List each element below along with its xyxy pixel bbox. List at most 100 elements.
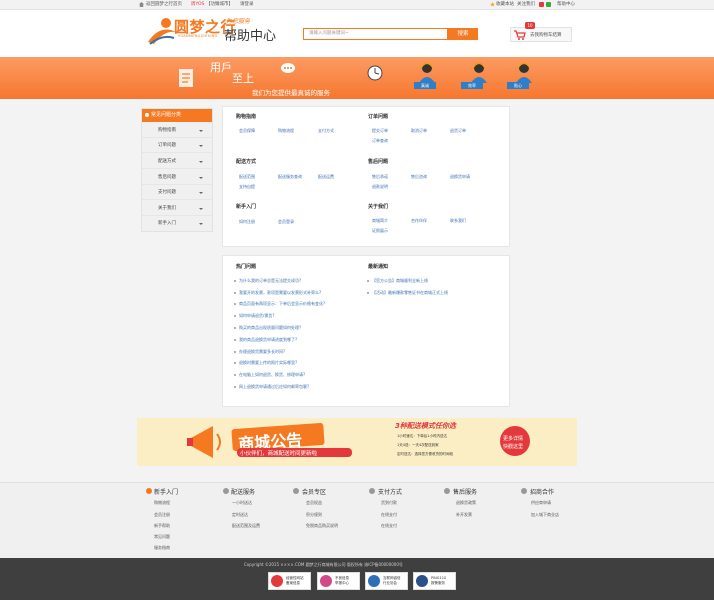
footer-link[interactable]: 免税商品购买说明 xyxy=(306,523,338,529)
promo-title: 3种配送模式任你选 xyxy=(395,422,456,430)
footer-link[interactable]: 补开发票 xyxy=(456,512,472,518)
category-link[interactable]: 配送运费 xyxy=(318,174,334,180)
more-details-button[interactable]: 更多详情 快戳这里 xyxy=(500,426,530,456)
announcement-title-box: 商城公告 xyxy=(231,422,325,454)
footer-link[interactable]: 定时送达 xyxy=(232,512,248,518)
footer-link[interactable]: 积分规则 xyxy=(306,512,322,518)
search-button[interactable]: 搜索 xyxy=(448,28,478,40)
footer-link[interactable]: 常见问题 xyxy=(154,534,170,540)
category-link[interactable]: 售后咨询 xyxy=(411,174,427,180)
promo-link-1[interactable]: 周YOS xyxy=(191,2,204,8)
chevron-down-icon xyxy=(199,161,203,163)
star-icon xyxy=(490,2,495,7)
sidebar-item-label: 售后问题 xyxy=(158,175,176,180)
trust-badge[interactable]: 不良信息 举报中心 xyxy=(317,572,360,590)
category-link[interactable]: 配送范围 xyxy=(239,174,255,180)
category-link[interactable]: 退货订单 xyxy=(450,128,466,134)
category-link[interactable]: 会员登录 xyxy=(278,219,294,225)
hot-question-link[interactable]: 为什么我的订单总是无法提交成功? xyxy=(239,278,301,284)
sidebar-item-delivery[interactable]: 配送方式 xyxy=(142,155,212,169)
category-link[interactable]: 证照展示 xyxy=(372,228,388,234)
footer-link[interactable]: 会员权益 xyxy=(306,500,322,506)
footer-link[interactable]: 配送范围及运费 xyxy=(232,523,260,529)
trust-badge[interactable]: PING110 报警服务 xyxy=(413,572,456,590)
category-link[interactable]: 合作伙伴 xyxy=(411,218,427,224)
badge-line: PING110 xyxy=(431,576,447,580)
integrity-icon xyxy=(368,575,380,587)
promo-line: 定时送达：选择您方便收货的时间段 xyxy=(397,452,453,456)
promo-link-2[interactable]: 【功臻城市】 xyxy=(206,2,233,8)
hot-question-link[interactable]: 在电脑上如何退货、换货、修理申请? xyxy=(239,372,305,378)
help-center-link[interactable]: 帮助中心 xyxy=(557,2,575,8)
news-link[interactable]: 【官方公告】商城顺利全新上线 xyxy=(372,278,428,284)
sidebar-item-payment[interactable]: 支付问题 xyxy=(142,186,212,200)
category-link[interactable]: 退换货申请 xyxy=(450,174,470,180)
news-title: 最新通知 xyxy=(368,264,389,270)
chat-bubble-icon xyxy=(281,63,295,73)
category-link[interactable]: 配送服务查询 xyxy=(278,174,302,180)
hot-question-link[interactable]: 购买的商品出现质量问题如何处理? xyxy=(239,325,301,331)
cart-button[interactable]: 10 去我购物车结算 xyxy=(510,22,572,42)
category-link[interactable]: 退款说明 xyxy=(372,184,388,190)
search-input[interactable]: 请输入问题关键词~ xyxy=(303,28,448,40)
banner-label: 效率 xyxy=(461,82,483,89)
category-link[interactable]: 商城简介 xyxy=(372,218,388,224)
category-link[interactable]: 如何注册 xyxy=(239,219,255,225)
category-link[interactable]: 购物流程 xyxy=(278,128,294,134)
announcement-subtitle-box: 小伙伴们，商城配送时间更新啦 xyxy=(237,448,352,457)
category-link[interactable]: 售后承诺 xyxy=(372,174,388,180)
hot-question-link[interactable]: 办理退换货需要多长时间? xyxy=(239,349,285,355)
badge-line: 举报中心 xyxy=(335,581,349,585)
footer-link[interactable]: 服务指南 xyxy=(154,545,170,551)
footer-link[interactable]: 在线支付 xyxy=(381,523,397,529)
footer-link[interactable]: 一小时送达 xyxy=(232,500,252,506)
delivery-icon xyxy=(223,488,229,494)
category-link[interactable]: 取消订单 xyxy=(411,128,427,134)
footer-link[interactable]: 供应商申请 xyxy=(531,500,551,506)
footer-link[interactable]: 货到付款 xyxy=(381,500,397,506)
category-link[interactable]: 会员保障 xyxy=(239,128,255,134)
footer-link[interactable]: 退换货政策 xyxy=(456,500,476,506)
document-icon xyxy=(179,69,193,87)
hot-question-link[interactable]: 退换时需要上传的照片实际哪里? xyxy=(239,360,297,366)
footer-link[interactable]: 新手帮助 xyxy=(154,523,170,529)
sidebar-item-after-sales[interactable]: 售后问题 xyxy=(142,171,212,185)
trust-badge[interactable]: 互联网诚信 行业协会 xyxy=(365,572,408,590)
bullet-icon xyxy=(234,303,236,305)
weibo-icon[interactable] xyxy=(539,2,544,7)
hot-question-link[interactable]: 商品页面有两项显示：下单后会显示价格有变化? xyxy=(239,301,325,307)
police-shield-icon xyxy=(416,575,428,587)
trust-badge[interactable]: 经营性网站 备案信息 xyxy=(268,572,311,590)
category-link[interactable]: 支付方式 xyxy=(318,128,334,134)
sidebar-item-about[interactable]: 关于我们 xyxy=(142,202,212,216)
footer-link[interactable]: 加入城下商业店 xyxy=(531,512,559,518)
hot-question-link[interactable]: 我的商品退换货申请进度到哪了? xyxy=(239,337,297,343)
sidebar-item-shopping-guide[interactable]: 购物指南 xyxy=(142,124,212,138)
favorite-link[interactable]: 收藏本站 xyxy=(496,2,514,8)
footer-link[interactable]: 购物流程 xyxy=(154,500,170,506)
wechat-icon[interactable] xyxy=(546,2,551,7)
hot-question-link[interactable]: 我要开的发票，款项是需要以发票形式补寄么? xyxy=(239,290,321,296)
login-link[interactable]: 请登录 xyxy=(240,2,254,8)
category-link[interactable]: 联系我们 xyxy=(450,218,466,224)
sidebar-item-beginner[interactable]: 新手入门 xyxy=(142,217,212,231)
footer-link[interactable]: 会员注册 xyxy=(154,512,170,518)
sidebar-item-orders[interactable]: 订单问题 xyxy=(142,139,212,153)
badge-line: 互联网诚信 xyxy=(383,576,401,580)
category-link[interactable]: 订单查询 xyxy=(372,138,388,144)
news-link[interactable]: 【活动】最新爆款零售证书在商城正式上线 xyxy=(372,290,448,296)
announcement-banner[interactable]: 商城公告 小伙伴们，商城配送时间更新啦 3种配送模式任你选 1小时速达：下单后1… xyxy=(137,418,577,466)
category-link[interactable]: 支持自提 xyxy=(239,184,255,190)
beginner-icon xyxy=(146,488,152,494)
chevron-down-icon xyxy=(199,130,203,132)
chevron-down-icon xyxy=(199,145,203,147)
hot-question-link[interactable]: 网上退换货申请通过后应如何邮寄包裹? xyxy=(239,384,309,390)
follow-link[interactable]: 关注我们 xyxy=(517,2,535,8)
hot-question-link[interactable]: 如何申请退货/换货? xyxy=(239,313,274,319)
sidebar-item-label: 关于我们 xyxy=(158,206,176,211)
category-link[interactable]: 提交订单 xyxy=(372,128,388,134)
home-link[interactable]: 返回圆梦之行首页 xyxy=(146,2,182,8)
sidebar-heading: 常见问题分类 xyxy=(142,109,212,122)
bullet-icon xyxy=(234,339,236,341)
footer-link[interactable]: 在线支付 xyxy=(381,512,397,518)
